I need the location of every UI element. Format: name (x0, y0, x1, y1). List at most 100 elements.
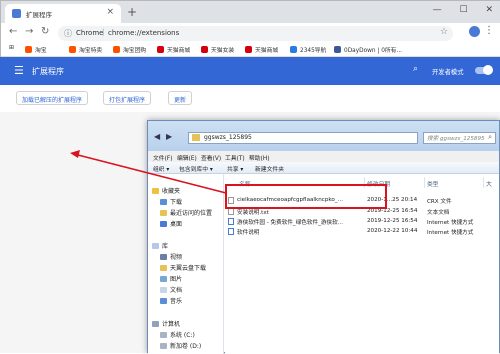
nav-drive-c[interactable]: 系统 (C:) (160, 330, 195, 339)
nav-music-label: 音乐 (170, 298, 183, 305)
nav-drive-c-label: 系统 (C:) (170, 332, 195, 339)
explorer-search-placeholder: 搜索 ggswzs_125895 (427, 136, 485, 142)
music-icon (160, 298, 167, 304)
explorer-path[interactable]: ggswzs_125895 (204, 134, 252, 141)
info-icon[interactable]: ⓘ (64, 28, 72, 39)
file-type: CRX 文件 (427, 199, 452, 205)
text-file-icon (228, 208, 234, 215)
share-button[interactable]: 共享 ▾ (227, 164, 243, 173)
nav-music[interactable]: 音乐 (160, 296, 182, 305)
menu-view[interactable]: 查看(V) (201, 153, 221, 162)
nav-computer[interactable]: 计算机 (152, 319, 180, 328)
nav-favorites[interactable]: 收藏夹 (152, 186, 180, 195)
nav-videos[interactable]: 视频 (160, 252, 182, 261)
menu-edit[interactable]: 编辑(E) (177, 153, 197, 162)
profile-avatar[interactable] (469, 26, 480, 37)
folder-icon (192, 134, 200, 141)
search-icon[interactable]: ⌕ (413, 64, 418, 74)
nav-libraries-label: 库 (162, 243, 169, 250)
explorer-titlebar: ◀ ▶ ggswzs_125895 搜索 ggswzs_125895 ⌕ (148, 121, 499, 151)
minimize-button[interactable]: — (433, 5, 442, 15)
apps-grid-icon[interactable]: ⊞ (9, 45, 14, 51)
bookmark-favicon-icon (334, 46, 341, 53)
hamburger-menu-icon[interactable]: ☰ (14, 64, 24, 77)
file-row[interactable]: 软件说明 2020-12-22 10:44 Internet 快捷方式 (225, 227, 499, 237)
maximize-button[interactable]: ☐ (460, 5, 468, 15)
include-in-library-button[interactable]: 包含到库中 ▾ (179, 164, 213, 173)
reload-icon[interactable]: ↻ (41, 26, 49, 37)
explorer-back-icon[interactable]: ◀ (154, 132, 160, 141)
tab-extensions[interactable]: 扩展程序 × (5, 4, 121, 23)
bookmark-favicon-icon (113, 46, 120, 53)
drive-icon (160, 343, 167, 349)
nav-desktop-label: 桌面 (170, 221, 183, 228)
bookmark-label: 天猫商城 (255, 48, 279, 54)
bookmark-item[interactable]: 天猫商城 (245, 45, 278, 54)
bookmark-label: 淘宝 (35, 48, 47, 54)
bookmark-item[interactable]: 淘宝特卖 (69, 45, 102, 54)
address-url[interactable]: chrome://extensions (108, 29, 179, 37)
developer-mode-toggle-knob[interactable] (483, 65, 493, 75)
video-icon (160, 254, 167, 260)
explorer-forward-icon[interactable]: ▶ (166, 132, 172, 141)
file-type: Internet 快捷方式 (427, 230, 474, 236)
column-type[interactable]: 类型 (427, 179, 439, 188)
bookmark-label: 0DayDown | 0所有... (344, 48, 403, 54)
explorer-menubar: 文件(F) 编辑(E) 查看(V) 工具(T) 帮助(H) (148, 151, 499, 162)
explorer-address-bar[interactable]: ggswzs_125895 (188, 132, 418, 144)
internet-shortcut-icon (228, 218, 234, 225)
close-tab-icon[interactable]: × (106, 7, 114, 17)
menu-tools[interactable]: 工具(T) (225, 153, 245, 162)
bookmark-item[interactable]: 2345导航 (290, 45, 326, 54)
pack-extension-button[interactable]: 打包扩展程序 (103, 91, 152, 105)
file-type: 文本文档 (427, 210, 450, 216)
nav-cloud-downloads[interactable]: 天翼云盘下载 (160, 263, 206, 272)
load-unpacked-button[interactable]: 加载已解压的扩展程序 (16, 91, 89, 105)
file-name: 游侠软件园 - 免费软件_绿色软件_游侠软... (237, 220, 344, 226)
column-size[interactable]: 大 (486, 179, 492, 188)
bookmark-favicon-icon (157, 46, 164, 53)
drive-icon (160, 332, 167, 338)
nav-desktop[interactable]: 桌面 (160, 219, 182, 228)
bookmark-favicon-icon (25, 46, 32, 53)
update-button[interactable]: 更新 (168, 91, 193, 105)
tab-strip: 扩展程序 × + — ☐ ✕ (1, 1, 500, 23)
nav-downloads[interactable]: 下载 (160, 197, 182, 206)
menu-file[interactable]: 文件(F) (153, 153, 172, 162)
close-window-button[interactable]: ✕ (485, 5, 493, 15)
address-bar[interactable]: ⓘ Chrome | chrome://extensions ☆ (58, 26, 453, 41)
nav-documents[interactable]: 文档 (160, 285, 182, 294)
file-type: Internet 快捷方式 (427, 220, 474, 226)
forward-arrow-icon[interactable]: → (25, 26, 33, 37)
bookmark-star-icon[interactable]: ☆ (440, 27, 448, 37)
download-folder-icon (160, 199, 167, 205)
new-tab-button[interactable]: + (127, 5, 137, 19)
file-date: 2020-12-22 10:44 (367, 228, 418, 234)
column-divider[interactable] (424, 177, 425, 188)
bookmark-item[interactable]: 天猫商城 (157, 45, 190, 54)
desktop-icon (160, 221, 167, 227)
bookmark-item[interactable]: 淘宝团购 (113, 45, 146, 54)
nav-recent[interactable]: 最近访问的位置 (160, 208, 212, 217)
bookmark-item[interactable]: 0DayDown | 0所有... (334, 45, 402, 54)
column-divider[interactable] (483, 177, 484, 188)
nav-drive-d-label: 新加卷 (D:) (170, 343, 202, 350)
nav-libraries[interactable]: 库 (152, 241, 168, 250)
new-folder-button[interactable]: 新建文件夹 (255, 164, 284, 173)
organize-button[interactable]: 组织 ▾ (153, 164, 169, 173)
developer-actions-bar: 加载已解压的扩展程序 打包扩展程序 更新 (0, 85, 500, 112)
folder-icon (160, 265, 167, 271)
extensions-header: ☰ 扩展程序 ⌕ 开发者模式 (0, 57, 500, 85)
menu-help[interactable]: 帮助(H) (249, 153, 269, 162)
explorer-search-box[interactable]: 搜索 ggswzs_125895 ⌕ (423, 132, 496, 144)
back-arrow-icon[interactable]: ← (9, 26, 17, 37)
file-row[interactable]: 游侠软件园 - 免费软件_绿色软件_游侠软... 2019-12-25 16:5… (225, 217, 499, 227)
address-separator: | (102, 28, 105, 36)
star-icon (152, 188, 159, 194)
bookmark-item[interactable]: 天猫女装 (201, 45, 234, 54)
nav-drive-d[interactable]: 新加卷 (D:) (160, 341, 201, 350)
file-name: 安装说明.txt (237, 210, 269, 216)
nav-pictures[interactable]: 图片 (160, 274, 182, 283)
bookmark-item[interactable]: 淘宝 (25, 45, 47, 54)
kebab-menu-icon[interactable]: ⋮ (484, 25, 494, 36)
